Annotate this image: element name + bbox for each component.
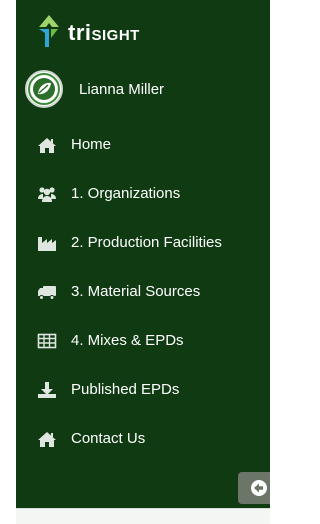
- avatar[interactable]: [25, 70, 63, 108]
- factory-icon: [38, 237, 56, 251]
- circle-arrow-left-icon: [251, 480, 267, 496]
- leaf-badge-icon: [28, 73, 60, 105]
- nav-item-label: 2. Production Facilities: [71, 234, 222, 251]
- arrow-up-down-icon: [39, 15, 59, 47]
- nav-item-label: Published EPDs: [71, 381, 180, 398]
- home-icon: [38, 432, 56, 447]
- sidebar: triSIGHT Lianna Miller Home 1. Organizat…: [16, 0, 270, 508]
- nav-menu: Home 1. Organizations 2. Production Faci…: [16, 122, 270, 465]
- brand-name: triSIGHT: [68, 20, 140, 46]
- nav-item-organizations[interactable]: 1. Organizations: [16, 171, 270, 220]
- nav-item-material-sources[interactable]: 3. Material Sources: [16, 269, 270, 318]
- nav-item-label: Contact Us: [71, 430, 146, 447]
- nav-item-label: 4. Mixes & EPDs: [71, 332, 184, 349]
- nav-item-published-epds[interactable]: Published EPDs: [16, 367, 270, 416]
- content-bottom-edge: [16, 508, 270, 524]
- user-profile[interactable]: Lianna Miller: [16, 70, 270, 110]
- brand-name-suffix: SIGHT: [91, 27, 140, 44]
- home-icon: [38, 138, 56, 153]
- nav-item-production-facilities[interactable]: 2. Production Facilities: [16, 220, 270, 269]
- nav-item-label: 1. Organizations: [71, 185, 181, 202]
- brand-logo[interactable]: triSIGHT: [16, 12, 270, 52]
- brand-name-prefix: tri: [68, 20, 92, 45]
- nav-item-label: Home: [71, 136, 112, 153]
- nav-item-contact-us[interactable]: Contact Us: [16, 416, 270, 465]
- user-name: Lianna Miller: [79, 81, 165, 98]
- nav-item-mixes-epds[interactable]: 4. Mixes & EPDs: [16, 318, 270, 367]
- nav-item-home[interactable]: Home: [16, 122, 270, 171]
- table-icon: [37, 333, 57, 349]
- users-icon: [38, 187, 56, 202]
- truck-icon: [38, 286, 56, 300]
- collapse-sidebar-button[interactable]: [238, 472, 270, 504]
- nav-item-label: 3. Material Sources: [71, 283, 201, 300]
- download-icon: [38, 382, 56, 398]
- app-frame: triSIGHT Lianna Miller Home 1. Organizat…: [0, 0, 270, 524]
